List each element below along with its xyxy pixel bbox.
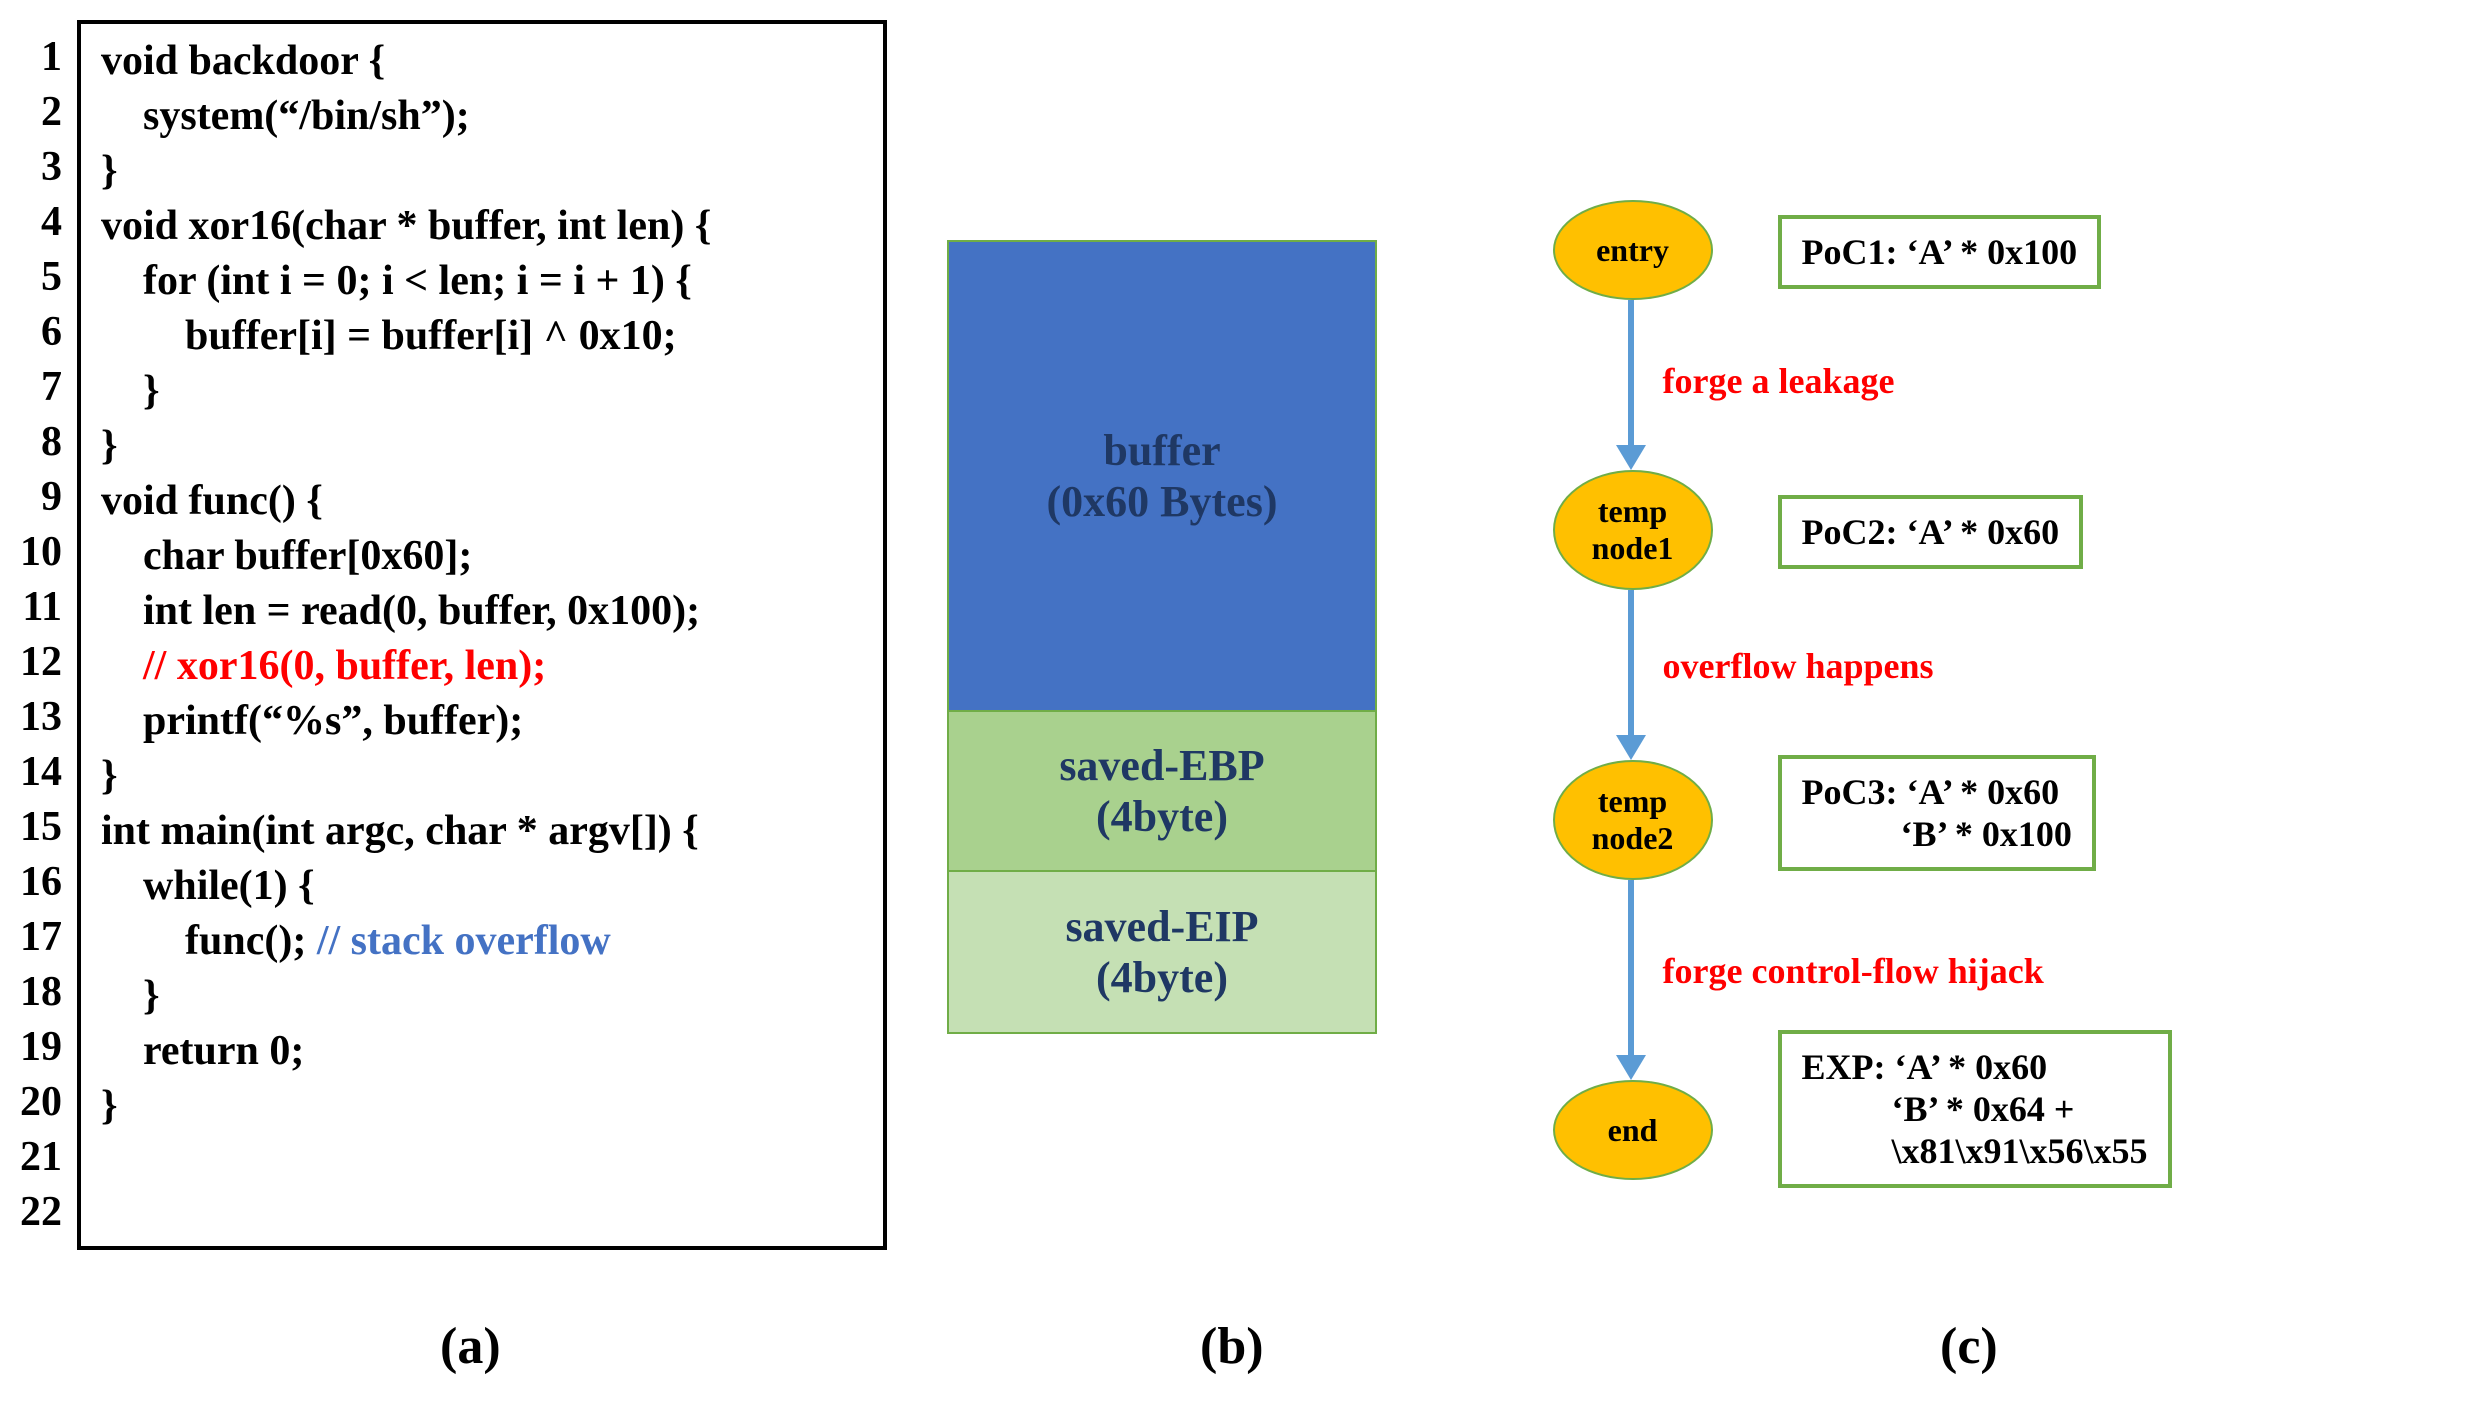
line-number: 22 — [20, 1185, 62, 1240]
code-line: int main(int argc, char * argv[]) { — [101, 804, 853, 859]
stack-label: (0x60 Bytes) — [1047, 476, 1278, 527]
node-label: end — [1608, 1112, 1658, 1149]
poc-box-2: PoC2: ‘A’ * 0x60 — [1778, 495, 2084, 569]
code-line: void func() { — [101, 474, 853, 529]
line-number: 21 — [20, 1130, 62, 1185]
edge-label-overflow: overflow happens — [1663, 645, 1934, 687]
line-number: 12 — [20, 635, 62, 690]
panel-label-c: (c) — [1940, 1317, 1998, 1376]
line-number: 7 — [20, 360, 62, 415]
stack-label: (4byte) — [1096, 791, 1228, 842]
flow-arrow-icon — [1628, 300, 1634, 450]
node-label: node2 — [1592, 820, 1674, 857]
code-panel: 1 2 3 4 5 6 7 8 9 10 11 12 13 14 15 16 1… — [20, 20, 887, 1250]
poc-text: EXP: ‘A’ * 0x60 — [1802, 1046, 2148, 1088]
stack-label: saved-EBP — [1059, 740, 1264, 791]
stack-ebp: saved-EBP (4byte) — [949, 712, 1375, 872]
line-number: 18 — [20, 965, 62, 1020]
code-line: } — [101, 1079, 853, 1134]
code-line: } — [101, 364, 853, 419]
code-line: } — [101, 144, 853, 199]
line-number: 14 — [20, 745, 62, 800]
line-number: 4 — [20, 195, 62, 250]
node-label: temp — [1598, 493, 1667, 530]
flow-node-end: end — [1553, 1080, 1713, 1180]
poc-box-1: PoC1: ‘A’ * 0x100 — [1778, 215, 2102, 289]
stack-eip: saved-EIP (4byte) — [949, 872, 1375, 1032]
code-line: return 0; — [101, 1024, 853, 1079]
line-number: 3 — [20, 140, 62, 195]
flow-node-temp2: temp node2 — [1553, 760, 1713, 880]
poc-box-exp: EXP: ‘A’ * 0x60 ‘B’ * 0x64 + \x81\x91\x5… — [1778, 1030, 2172, 1188]
flow-node-entry: entry — [1553, 200, 1713, 300]
line-number: 16 — [20, 855, 62, 910]
line-numbers: 1 2 3 4 5 6 7 8 9 10 11 12 13 14 15 16 1… — [20, 20, 62, 1250]
code-line: void xor16(char * buffer, int len) { — [101, 199, 853, 254]
stack-label: saved-EIP — [1065, 901, 1258, 952]
code-text: func(); — [101, 918, 317, 964]
line-number: 11 — [20, 580, 62, 635]
code-line: buffer[i] = buffer[i] ^ 0x10; — [101, 309, 853, 364]
flow-arrow-icon — [1628, 590, 1634, 740]
line-number: 20 — [20, 1075, 62, 1130]
line-number: 6 — [20, 305, 62, 360]
code-line: system(“/bin/sh”); — [101, 89, 853, 144]
code-line-func: func(); // stack overflow — [101, 914, 853, 969]
poc-text: PoC1: ‘A’ * 0x100 — [1802, 231, 2078, 273]
code-line: while(1) { — [101, 859, 853, 914]
stack-label: buffer — [1103, 425, 1220, 476]
stack-buffer: buffer (0x60 Bytes) — [949, 242, 1375, 712]
node-label: temp — [1598, 783, 1667, 820]
line-number: 15 — [20, 800, 62, 855]
edge-label-leak: forge a leakage — [1663, 360, 1895, 402]
code-line: } — [101, 749, 853, 804]
line-number: 8 — [20, 415, 62, 470]
poc-text: PoC3: ‘A’ * 0x60 — [1802, 771, 2072, 813]
code-line-xor: // xor16(0, buffer, len); — [101, 639, 853, 694]
node-label: entry — [1596, 232, 1669, 269]
stack-panel: buffer (0x60 Bytes) saved-EBP (4byte) sa… — [947, 20, 1443, 1250]
code-line: void backdoor { — [101, 34, 853, 89]
flow-node-temp1: temp node1 — [1553, 470, 1713, 590]
code-line: for (int i = 0; i < len; i = i + 1) { — [101, 254, 853, 309]
line-number: 9 — [20, 470, 62, 525]
flow-panel: entry forge a leakage temp node1 overflo… — [1503, 20, 2444, 1250]
stack-box: buffer (0x60 Bytes) saved-EBP (4byte) sa… — [947, 240, 1377, 1034]
code-line: int len = read(0, buffer, 0x100); — [101, 584, 853, 639]
poc-text: ‘B’ * 0x100 — [1802, 813, 2072, 855]
line-number: 10 — [20, 525, 62, 580]
poc-box-3: PoC3: ‘A’ * 0x60 ‘B’ * 0x100 — [1778, 755, 2096, 871]
code-line: } — [101, 419, 853, 474]
poc-text: ‘B’ * 0x64 + — [1802, 1088, 2148, 1130]
line-number: 17 — [20, 910, 62, 965]
poc-text: \x81\x91\x56\x55 — [1802, 1130, 2148, 1172]
edge-label-hijack: forge control-flow hijack — [1663, 950, 2044, 992]
line-number: 2 — [20, 85, 62, 140]
node-label: node1 — [1592, 530, 1674, 567]
code-box: void backdoor { system(“/bin/sh”); } voi… — [77, 20, 887, 1250]
line-number: 1 — [20, 30, 62, 85]
code-line: } — [101, 969, 853, 1024]
line-number: 5 — [20, 250, 62, 305]
line-number: 19 — [20, 1020, 62, 1075]
flow-arrow-icon — [1628, 880, 1634, 1060]
poc-text: PoC2: ‘A’ * 0x60 — [1802, 511, 2060, 553]
code-line: char buffer[0x60]; — [101, 529, 853, 584]
panel-label-a: (a) — [440, 1317, 501, 1376]
stack-label: (4byte) — [1096, 952, 1228, 1003]
code-line: printf(“%s”, buffer); — [101, 694, 853, 749]
code-comment: // stack overflow — [317, 918, 611, 964]
line-number: 13 — [20, 690, 62, 745]
panel-label-b: (b) — [1200, 1317, 1264, 1376]
